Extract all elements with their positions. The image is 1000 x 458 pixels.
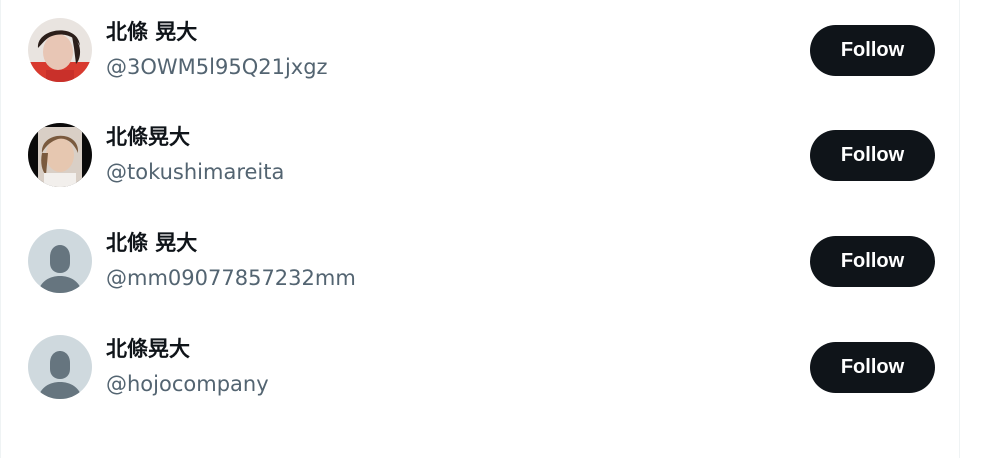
user-handle[interactable]: @3OWM5l95Q21jxgz — [106, 53, 328, 81]
display-name[interactable]: 北條 晃大 — [106, 18, 197, 46]
follow-button[interactable]: Follow — [810, 130, 935, 181]
follow-button[interactable]: Follow — [810, 236, 935, 287]
user-handle[interactable]: @hojocompany — [106, 370, 269, 398]
follow-button[interactable]: Follow — [810, 342, 935, 393]
user-row[interactable]: 北條 晃大 @3OWM5l95Q21jxgz Follow — [1, 0, 961, 105]
avatar[interactable] — [28, 335, 92, 399]
user-row[interactable]: 北條 晃大 @mm09077857232mm Follow — [1, 211, 961, 316]
display-name[interactable]: 北條 晃大 — [106, 229, 197, 257]
user-handle[interactable]: @tokushimareita — [106, 158, 284, 186]
avatar[interactable] — [28, 229, 92, 293]
user-row[interactable]: 北條晃大 @tokushimareita Follow — [1, 105, 961, 210]
user-handle[interactable]: @mm09077857232mm — [106, 264, 356, 292]
default-avatar-icon — [28, 229, 92, 293]
who-to-follow-list: 北條 晃大 @3OWM5l95Q21jxgz Follow 北條晃大 @toku… — [0, 0, 960, 458]
user-row[interactable]: 北條晃大 @hojocompany Follow — [1, 317, 961, 422]
display-name[interactable]: 北條晃大 — [106, 335, 190, 363]
default-avatar-icon — [28, 335, 92, 399]
avatar[interactable] — [28, 123, 92, 187]
display-name[interactable]: 北條晃大 — [106, 123, 190, 151]
user-photo-icon — [28, 18, 92, 82]
follow-button[interactable]: Follow — [810, 25, 935, 76]
avatar[interactable] — [28, 18, 92, 82]
user-photo-icon — [28, 123, 92, 187]
